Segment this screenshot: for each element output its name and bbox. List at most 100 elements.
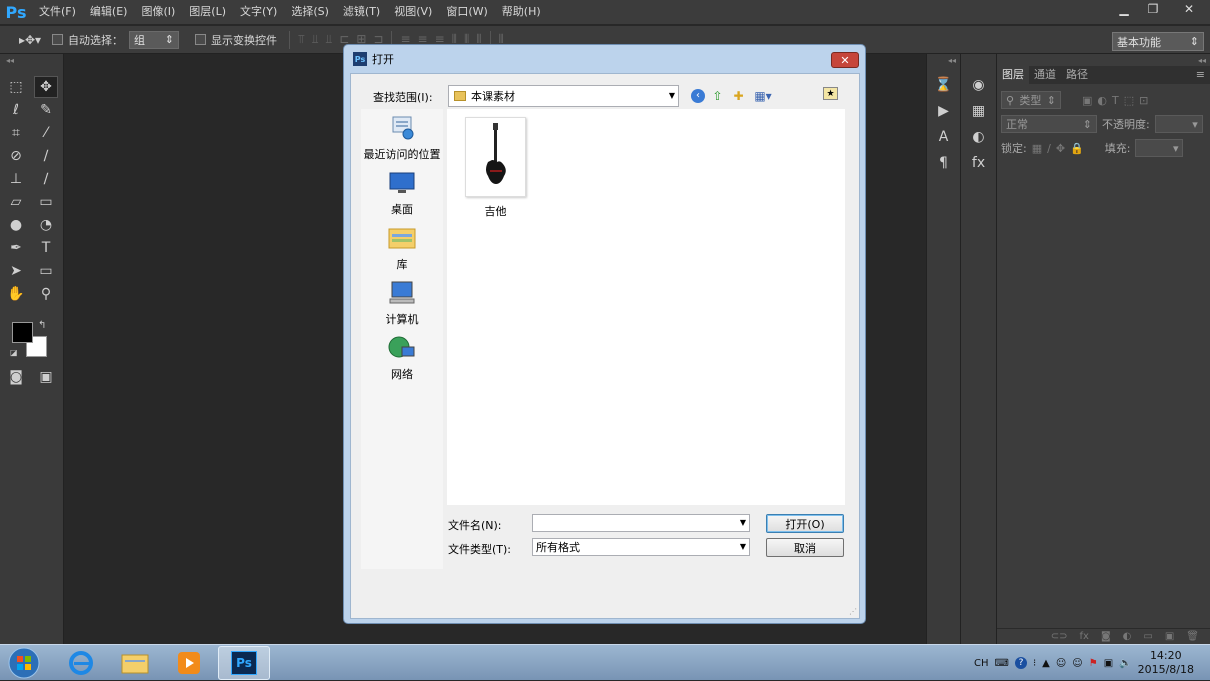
screen-mode-icon[interactable]: ▣	[34, 366, 58, 388]
path-selection-tool-icon[interactable]: ➤	[4, 260, 28, 282]
resize-grip-icon[interactable]: ⋰	[849, 607, 857, 616]
auto-select-dropdown[interactable]: 组 ⇕	[129, 30, 179, 49]
open-button[interactable]: 打开(O)	[766, 514, 844, 533]
new-folder-icon[interactable]: ✚	[730, 87, 747, 104]
crop-tool-icon[interactable]: ⌗	[4, 122, 28, 144]
lock-position-icon[interactable]: ✥	[1056, 142, 1065, 155]
menu-select[interactable]: 选择(S)	[284, 0, 336, 24]
menu-image[interactable]: 图像(I)	[134, 0, 182, 24]
panel-menu-icon[interactable]: ≡	[1191, 66, 1210, 84]
marquee-tool-icon[interactable]: ⬚	[4, 76, 28, 98]
place-desktop[interactable]: 桌面	[361, 170, 443, 217]
quick-selection-tool-icon[interactable]: ✎	[34, 99, 58, 121]
auto-select-checkbox[interactable]	[52, 34, 63, 45]
place-recent[interactable]: 最近访问的位置	[361, 115, 443, 162]
dodge-tool-icon[interactable]: ◔	[34, 214, 58, 236]
clock[interactable]: 14:20 2015/8/18	[1138, 649, 1194, 677]
align-bottom-icon[interactable]: ⫫	[326, 32, 333, 47]
menu-filter[interactable]: 滤镜(T)	[336, 0, 387, 24]
taskbar-explorer[interactable]	[110, 646, 160, 680]
place-computer[interactable]: 计算机	[361, 280, 443, 327]
blend-mode-dropdown[interactable]: 正常 ⇕	[1001, 115, 1097, 133]
link-layers-icon[interactable]: ⊂⊃	[1051, 631, 1068, 642]
menu-file[interactable]: 文件(F)	[32, 0, 83, 24]
keyboard-icon[interactable]: ⌨	[995, 658, 1009, 669]
history-panel-icon[interactable]: ⌛	[931, 74, 957, 96]
favorites-icon[interactable]: ★	[823, 87, 838, 100]
dialog-titlebar[interactable]: Ps 打开	[344, 45, 865, 73]
taskbar-media-player[interactable]	[164, 646, 214, 680]
look-in-dropdown[interactable]: 本课素材 ▼	[448, 85, 679, 107]
filename-input[interactable]: ▼	[532, 514, 750, 532]
action-center-icon[interactable]: ⚑	[1089, 658, 1098, 669]
view-menu-icon[interactable]: ▦▾	[751, 87, 775, 104]
filter-adjustment-icon[interactable]: ◐	[1097, 94, 1107, 107]
show-transform-checkbox[interactable]	[195, 34, 206, 45]
layer-style-icon[interactable]: fx	[1080, 631, 1089, 642]
hand-tool-icon[interactable]: ✋	[4, 283, 28, 305]
history-brush-tool-icon[interactable]: ∕	[34, 168, 58, 190]
back-icon[interactable]: ‹	[691, 88, 705, 103]
new-group-icon[interactable]: ▭	[1143, 631, 1152, 642]
place-libraries[interactable]: 库	[361, 225, 443, 272]
up-folder-icon[interactable]: ⇧	[709, 87, 726, 104]
filter-kind-dropdown[interactable]: ⚲ 类型 ⇕	[1001, 91, 1061, 109]
actions-panel-icon[interactable]: ▶	[931, 100, 957, 122]
menu-layer[interactable]: 图层(L)	[182, 0, 233, 24]
adjustments-panel-icon[interactable]: ◐	[966, 126, 992, 148]
lock-pixels-icon[interactable]: ∕	[1047, 142, 1051, 155]
brush-tool-icon[interactable]: ∕	[34, 145, 58, 167]
qq-icon[interactable]: ☺	[1056, 658, 1066, 669]
type-tool-icon[interactable]: T	[34, 237, 58, 259]
character-panel-icon[interactable]: A	[931, 126, 957, 148]
lock-transparent-icon[interactable]: ▦	[1032, 142, 1042, 155]
filetype-dropdown[interactable]: 所有格式 ▼	[532, 538, 750, 556]
clone-stamp-tool-icon[interactable]: ⊥	[4, 168, 28, 190]
taskbar-ie[interactable]	[56, 646, 106, 680]
paragraph-panel-icon[interactable]: ¶	[931, 152, 957, 174]
minimize-button[interactable]: ▁	[1110, 0, 1138, 18]
swatches-panel-icon[interactable]: ▦	[966, 100, 992, 122]
healing-brush-tool-icon[interactable]: ⊘	[4, 145, 28, 167]
menu-help[interactable]: 帮助(H)	[495, 0, 548, 24]
lasso-tool-icon[interactable]: ℓ	[4, 99, 28, 121]
ime-options-icon[interactable]: ⁝	[1033, 658, 1036, 669]
filter-type-icon[interactable]: T	[1112, 94, 1119, 107]
filter-shape-icon[interactable]: ⬚	[1124, 94, 1134, 107]
eyedropper-tool-icon[interactable]: ⁄	[34, 122, 58, 144]
menu-window[interactable]: 窗口(W)	[439, 0, 494, 24]
file-item[interactable]	[465, 117, 526, 197]
color-panel-icon[interactable]: ◉	[966, 74, 992, 96]
filter-smartobject-icon[interactable]: ⊡	[1139, 94, 1148, 107]
restore-button[interactable]: ❐	[1139, 0, 1167, 18]
default-colors-icon[interactable]: ◪	[10, 348, 18, 357]
help-icon[interactable]: ?	[1014, 657, 1027, 669]
pen-tool-icon[interactable]: ✒	[4, 237, 28, 259]
qq-icon-2[interactable]: ☺	[1072, 658, 1082, 669]
tab-layers[interactable]: 图层	[997, 66, 1029, 84]
move-tool-preset-icon[interactable]: ▸✥▾	[14, 29, 46, 51]
fill-input[interactable]: ▾	[1135, 139, 1184, 157]
quick-mask-icon[interactable]: ◙	[4, 366, 28, 388]
tab-paths[interactable]: 路径	[1061, 66, 1093, 84]
taskbar-photoshop[interactable]: Ps	[218, 646, 270, 680]
close-window-button[interactable]: ✕	[1168, 0, 1210, 18]
network-tray-icon[interactable]: ▣	[1104, 658, 1113, 669]
opacity-input[interactable]: ▾	[1154, 115, 1203, 133]
align-vcenter-icon[interactable]: ⫫	[312, 32, 319, 47]
filter-image-icon[interactable]: ▣	[1082, 94, 1092, 107]
rectangle-tool-icon[interactable]: ▭	[34, 260, 58, 282]
blur-tool-icon[interactable]: ●	[4, 214, 28, 236]
volume-icon[interactable]: 🔈	[1119, 658, 1131, 669]
gradient-tool-icon[interactable]: ▭	[34, 191, 58, 213]
lock-all-icon[interactable]: 🔒	[1070, 142, 1084, 155]
delete-layer-icon[interactable]: 🗑	[1186, 631, 1199, 642]
styles-panel-icon[interactable]: fx	[966, 152, 992, 174]
place-network[interactable]: 网络	[361, 335, 443, 382]
menu-edit[interactable]: 编辑(E)	[83, 0, 135, 24]
menu-type[interactable]: 文字(Y)	[233, 0, 284, 24]
tab-channels[interactable]: 通道	[1029, 66, 1061, 84]
cancel-button[interactable]: 取消	[766, 538, 844, 557]
collapse-toolbar-icon[interactable]: ◂◂	[6, 56, 14, 65]
swap-colors-icon[interactable]: ↰	[38, 320, 46, 331]
